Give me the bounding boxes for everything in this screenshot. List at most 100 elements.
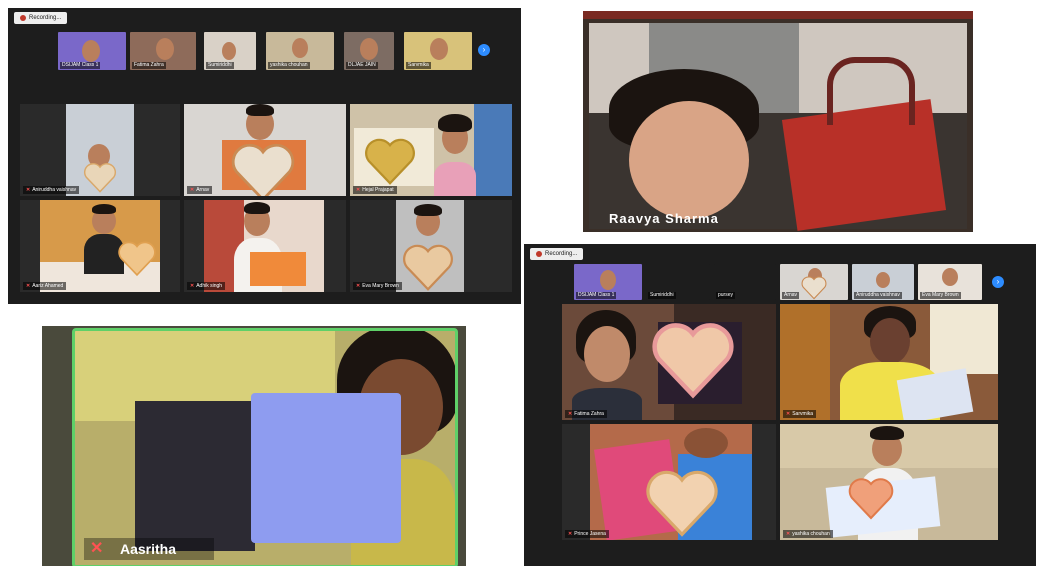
mic-muted-icon: ✕ (190, 187, 195, 193)
video-tile[interactable]: ✕ Hejal Prajapat (350, 104, 512, 196)
participant-name: ✕ yashika chouhan (783, 530, 833, 538)
participant-hair (438, 114, 472, 132)
heart-craft-icon (642, 464, 722, 540)
mic-muted-icon: ✕ (190, 283, 195, 289)
speaker-view-raavya: Raavya Sharma (583, 11, 973, 232)
thumbnail-name: yashika chouhan (268, 62, 310, 69)
video-feed (589, 23, 967, 231)
participant-face (870, 318, 910, 364)
bag-handle (827, 57, 915, 125)
video-tile[interactable]: ✕ Arnav (184, 104, 346, 196)
thumbnail[interactable]: Eva Mary Brown (918, 264, 982, 300)
thumbnail-strip: DSIJAM Class 1 Sumiriddhi pursey Arnav A… (574, 264, 994, 300)
next-page-arrow-icon[interactable]: › (478, 44, 490, 56)
mic-muted-icon: ✕ (568, 411, 573, 417)
mic-muted-icon: ✕ (26, 187, 31, 193)
participant-hair (246, 104, 274, 116)
thumbnail[interactable]: DLJAE JAIN (344, 32, 394, 70)
heart-craft-icon (846, 474, 896, 529)
thumbnail-strip: DSIJAM Class 1 Fatima Zahra Sumiriddhi y… (58, 32, 498, 70)
video-tile[interactable]: ✕ yashika chouhan (780, 424, 998, 540)
participant-face (942, 268, 958, 286)
heart-craft-icon (116, 238, 158, 285)
dark-cloth (135, 401, 255, 551)
video-feed (40, 200, 160, 292)
thumbnail[interactable]: DSIJAM Class 1 (58, 32, 126, 70)
video-feed (590, 424, 752, 540)
video-feed (396, 200, 464, 292)
thumbnail[interactable]: Fatima Zahra (130, 32, 196, 70)
mic-muted-icon: ✕ (26, 283, 31, 289)
participant-name: ✕ Sarvmika (783, 410, 817, 418)
active-speaker-border (72, 328, 458, 566)
participant-name: ✕ Aariz Ahamed (23, 282, 67, 290)
mic-muted-icon: ✕ (356, 283, 361, 289)
thumbnail-name: Sarvmika (406, 62, 431, 69)
participant-face (82, 40, 100, 62)
participant-hair (414, 204, 442, 216)
thumbnail[interactable]: pursey (714, 264, 776, 300)
video-tile[interactable]: ✕ Adhik singh (184, 200, 346, 292)
video-tile[interactable]: ✕ Aariz Ahamed (20, 200, 180, 292)
mic-muted-icon: ✕ (568, 531, 573, 537)
mic-muted-icon: ✕ (356, 187, 361, 193)
thumbnail[interactable]: Sarvmika (404, 32, 472, 70)
heart-craft-icon (800, 274, 828, 300)
heart-craft-icon (228, 138, 298, 196)
thumbnail-name: Sumiriddhi (648, 292, 676, 299)
thumbnail[interactable]: DSIJAM Class 1 (574, 264, 642, 300)
chair (474, 104, 512, 196)
participant-hair (244, 202, 270, 214)
speaker-view-aasritha: ✕ Aasritha (42, 326, 466, 566)
thumbnail-name: Fatima Zahra (132, 62, 166, 69)
participant-face (156, 38, 174, 60)
participant-face (222, 42, 236, 60)
thumbnail[interactable]: Sumiriddhi (204, 32, 256, 70)
participant-name: ✕ Eva Mary Brown (353, 282, 402, 290)
participant-body (434, 162, 476, 196)
thumbnail[interactable]: Sumiriddhi (646, 264, 710, 300)
video-feed (204, 200, 324, 292)
gallery-window-top-left: Recording... DSIJAM Class 1 Fatima Zahra… (8, 8, 521, 304)
participant-name: ✕ Arnav (187, 186, 213, 194)
heart-craft-icon (648, 316, 738, 411)
heart-craft-icon (400, 240, 456, 292)
window (930, 304, 998, 374)
recording-indicator[interactable]: Recording... (14, 12, 68, 24)
thumbnail-name: DLJAE JAIN (346, 62, 378, 69)
video-tile[interactable]: ✕ Sarvmika (780, 304, 998, 420)
participant-name: ✕ Adhik singh (187, 282, 226, 290)
blue-bag (251, 393, 401, 543)
thumbnail-name: Sumiriddhi (206, 62, 234, 69)
participant-face (292, 38, 308, 58)
participant-face (600, 270, 616, 290)
participant-name: ✕ Fatima Zahra (565, 410, 607, 418)
participant-face (430, 38, 448, 60)
thumbnail-name: DSIJAM Class 1 (60, 62, 101, 69)
participant-name: Raavya Sharma (609, 211, 719, 226)
participant-face (584, 326, 630, 382)
participant-face (876, 272, 890, 288)
participant-name: ✕ Prince Jasena (565, 530, 609, 538)
recording-icon (20, 15, 26, 21)
thumbnail[interactable]: Aniruddha vaishnav (852, 264, 914, 300)
participant-name: ✕ Hejal Prajapat (353, 186, 397, 194)
heart-craft-icon (82, 160, 118, 196)
orange-card (250, 252, 306, 286)
video-tile[interactable]: ✕ Fatima Zahra (562, 304, 776, 420)
thumbnail[interactable]: Arnav (780, 264, 848, 300)
thumbnail-name: Arnav (782, 292, 800, 299)
participant-name: Aasritha (120, 541, 177, 557)
participant-name: ✕ Aniruddha vaishnav (23, 186, 80, 194)
red-stripe (583, 11, 973, 19)
thumbnail-name: Eva Mary Brown (920, 292, 961, 299)
thumbnail[interactable]: yashika chouhan (266, 32, 334, 70)
video-tile[interactable]: ✕ Prince Jasena (562, 424, 776, 540)
recording-label: Recording... (545, 251, 578, 257)
recording-indicator[interactable]: Recording... (530, 248, 584, 260)
participant-hair (92, 204, 116, 214)
hand (684, 428, 728, 458)
video-tile[interactable]: ✕ Eva Mary Brown (350, 200, 512, 292)
next-page-arrow-icon[interactable]: › (992, 276, 1004, 288)
video-tile[interactable]: ✕ Aniruddha vaishnav (20, 104, 180, 196)
